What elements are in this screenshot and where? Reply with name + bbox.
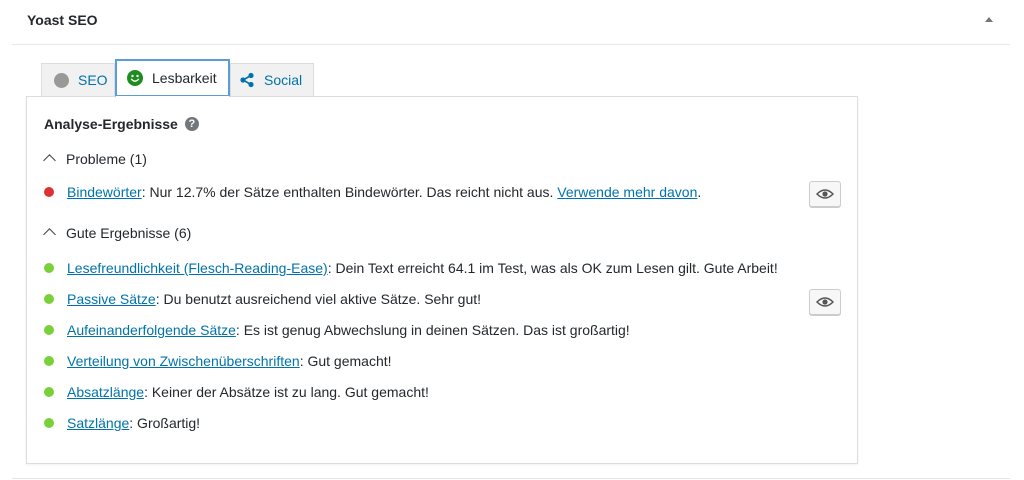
eye-icon: [816, 189, 834, 199]
tab-seo[interactable]: SEO: [41, 63, 115, 96]
problems-label: Probleme (1): [66, 151, 147, 167]
result-link[interactable]: Satzlänge: [67, 415, 129, 431]
result-text: : Dein Text erreicht 64.1 im Test, was a…: [327, 260, 778, 276]
result-text: : Gut gemacht!: [299, 353, 392, 369]
good-bullet-icon: [44, 387, 54, 397]
help-icon[interactable]: ?: [184, 117, 199, 131]
result-link[interactable]: Verteilung von Zwischenüberschriften: [67, 353, 300, 369]
result-link[interactable]: Aufeinanderfolgende Sätze: [67, 322, 236, 338]
result-text: : Es ist genug Abwechslung in deinen Sät…: [235, 322, 630, 338]
result-item: Passive Sätze : Du benutzt ausreichend v…: [44, 291, 481, 307]
good-results-label: Gute Ergebnisse (6): [66, 225, 192, 241]
result-text: : Keiner der Absätze ist zu lang. Gut ge…: [144, 384, 429, 400]
more-link[interactable]: Verwende mehr davon: [557, 184, 697, 200]
result-text: : Nur 12.7% der Sätze enthalten Bindewör…: [141, 184, 558, 200]
result-item: Lesefreundlichkeit (Flesch-Reading-Ease)…: [44, 260, 778, 276]
metabox-header[interactable]: Yoast SEO: [12, 0, 1010, 45]
chevron-up-icon: [43, 228, 56, 241]
chevron-up-icon: [43, 154, 56, 167]
tab-lesbarkeit-label: Lesbarkeit: [152, 70, 217, 86]
result-link[interactable]: Lesefreundlichkeit (Flesch-Reading-Ease): [67, 260, 328, 276]
result-text-end: .: [697, 184, 702, 200]
tab-social[interactable]: Social: [230, 63, 314, 96]
result-link[interactable]: Bindewörter: [67, 184, 142, 200]
share-icon: [240, 72, 254, 88]
tab-seo-label: SEO: [78, 72, 108, 88]
good-bullet-icon: [44, 294, 54, 304]
result-item: Satzlänge : Großartig!: [44, 415, 200, 431]
result-text: : Du benutzt ausreichend viel aktive Sät…: [155, 291, 482, 307]
analysis-heading: Analyse-Ergebnisse ?: [44, 116, 199, 132]
eye-button[interactable]: [809, 289, 841, 315]
good-bullet-icon: [44, 418, 54, 428]
result-link[interactable]: Absatzlänge: [67, 384, 144, 400]
smiley-icon: [127, 70, 143, 86]
result-item: Verteilung von Zwischenüberschriften : G…: [44, 353, 392, 369]
problem-bullet-icon: [44, 187, 54, 197]
collapse-arrow-icon[interactable]: [978, 10, 1000, 32]
eye-icon: [816, 297, 834, 307]
good-bullet-icon: [44, 325, 54, 335]
eye-button[interactable]: [809, 181, 841, 207]
readability-panel: Analyse-Ergebnisse ? Probleme (1) Bindew…: [26, 96, 858, 464]
good-bullet-icon: [44, 356, 54, 366]
result-item: Bindewörter : Nur 12.7% der Sätze enthal…: [44, 184, 701, 200]
grey-circle-icon: [54, 72, 69, 88]
tab-lesbarkeit[interactable]: Lesbarkeit: [115, 59, 230, 97]
result-link[interactable]: Passive Sätze: [67, 291, 156, 307]
problems-toggle[interactable]: Probleme (1): [43, 151, 147, 167]
result-item: Aufeinanderfolgende Sätze : Es ist genug…: [44, 322, 630, 338]
tab-social-label: Social: [264, 72, 303, 88]
result-text: : Großartig!: [129, 415, 201, 431]
result-item: Absatzlänge : Keiner der Absätze ist zu …: [44, 384, 429, 400]
metabox-title: Yoast SEO: [27, 12, 98, 28]
good-bullet-icon: [44, 263, 54, 273]
analysis-heading-text: Analyse-Ergebnisse: [44, 116, 178, 132]
good-results-toggle[interactable]: Gute Ergebnisse (6): [43, 225, 191, 241]
